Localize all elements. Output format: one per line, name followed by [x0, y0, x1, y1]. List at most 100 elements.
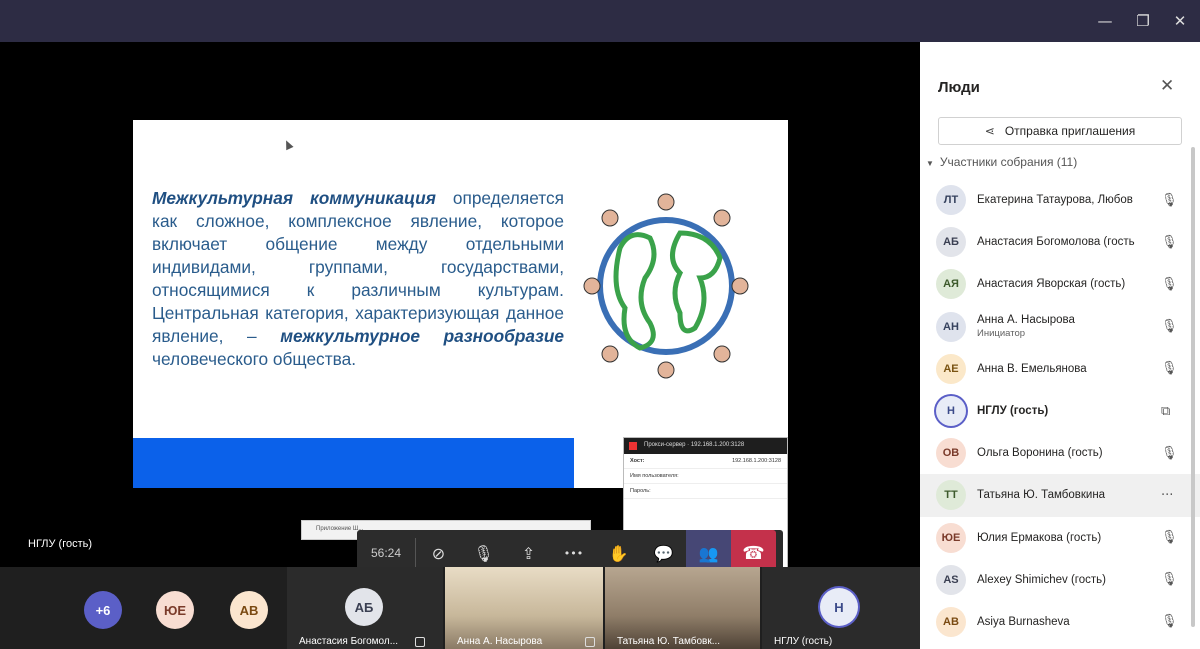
tile-label: Анна А. Насырова	[457, 636, 543, 647]
participant-name: Юлия Ермакова (гость)	[977, 531, 1102, 544]
scrollbar[interactable]	[1191, 147, 1195, 627]
participant-row[interactable]: ЛТ Екатерина Татаурова, Любов 🎙	[920, 179, 1200, 221]
gallery-avatar: АВ	[230, 591, 268, 629]
presenter-label: НГЛУ (гость)	[28, 538, 93, 550]
section-label: Участники собрания (11)	[939, 155, 1078, 169]
participant-name-block: Ольга Воронина (гость)	[977, 447, 1103, 459]
tile-avatar: Н	[820, 588, 858, 626]
participant-avatar: ЮЕ	[936, 522, 966, 553]
gallery-avatar: ЮЕ	[156, 591, 194, 629]
proxy-pass-row: Пароль:	[624, 484, 787, 499]
share-icon: ⋖	[984, 124, 995, 138]
mic-off-icon: 🎙	[1161, 192, 1178, 208]
mic-off-icon: 🎙	[1161, 234, 1178, 250]
mic-off-icon: 🎙	[1161, 445, 1178, 461]
meeting-timer: 56:24	[370, 546, 402, 560]
people-panel: Люди ✕ ⋖ Отправка приглашения ▼ Участники…	[920, 42, 1200, 649]
mic-off-icon: 🎙	[1161, 614, 1178, 630]
participant-name-block: Екатерина Татаурова, Любов	[977, 194, 1133, 206]
close-window-button[interactable]: ✕	[1165, 8, 1195, 34]
slide-blue-band	[133, 438, 574, 488]
participant-row[interactable]: АЯ Анастасия Яворская (гость) 🎙	[920, 263, 1200, 305]
participant-name: Анастасия Богомолова (гость	[977, 236, 1135, 249]
more-options-icon[interactable]: ···	[1161, 488, 1173, 503]
participant-row[interactable]: Н НГЛУ (гость) ⧉	[920, 390, 1200, 432]
screen-share-icon: ⧉	[1161, 403, 1171, 419]
participant-row[interactable]: АЕ Анна В. Емельянова 🎙	[920, 348, 1200, 390]
mic-off-icon: 🎙	[1161, 572, 1178, 588]
participant-row[interactable]: АН Анна А. Насырова Инициатор 🎙	[920, 306, 1200, 348]
video-tile[interactable]: Татьяна Ю. Тамбовк...	[605, 567, 760, 649]
participant-name-block: НГЛУ (гость)	[977, 405, 1048, 417]
proxy-dialog-title: Прокси-сервер · 192.168.1.200:3128	[624, 438, 787, 454]
minimize-button[interactable]: —	[1090, 8, 1120, 34]
close-panel-button[interactable]: ✕	[1160, 76, 1174, 96]
slide-term-1: Межкультурная коммуникация	[152, 188, 436, 208]
participant-avatar: ТТ	[936, 480, 966, 511]
caret-down-icon: ▼	[926, 159, 934, 168]
shared-screen-stage: Межкультурная коммуникация определяется …	[0, 42, 920, 587]
participant-name-block: Alexey Shimichev (гость)	[977, 574, 1106, 586]
participant-name-block: Анна А. Насырова Инициатор	[977, 314, 1075, 339]
tile-avatar: АБ	[345, 588, 383, 626]
participant-name-block: Анастасия Яворская (гость)	[977, 278, 1125, 290]
proxy-host-row: Хост: 192.168.1.200:3128	[624, 454, 787, 469]
participant-name-block: Анна В. Емельянова	[977, 363, 1087, 375]
slide-term-2: межкультурное разнообразие	[280, 326, 564, 346]
invite-label: Отправка приглашения	[1004, 124, 1136, 138]
participant-name: Alexey Shimichev (гость)	[977, 573, 1106, 586]
participant-avatar: Н	[936, 396, 966, 427]
video-tile[interactable]: Анна А. Насырова	[445, 567, 603, 649]
overflow-participants-button[interactable]: +6	[84, 591, 122, 629]
participants-section-toggle[interactable]: ▼ Участники собрания (11)	[926, 155, 1077, 169]
participants-list: ЛТ Екатерина Татаурова, Любов 🎙 АБ Анастасия…	[920, 179, 1200, 643]
participant-row[interactable]: ТТ Татьяна Ю. Тамбовкина ···	[920, 474, 1200, 517]
participant-row[interactable]: ОВ Ольга Воронина (гость) 🎙	[920, 432, 1200, 474]
participant-name-block: Юлия Ермакова (гость)	[977, 532, 1101, 544]
participant-row[interactable]: ЮЕ Юлия Ермакова (гость) 🎙	[920, 517, 1200, 559]
participant-avatar: AB	[936, 606, 966, 637]
mic-off-icon: 🎙	[1161, 361, 1178, 377]
tile-label: Анастасия Богомол...	[299, 636, 399, 647]
slide-text: Межкультурная коммуникация определяется …	[152, 187, 564, 371]
mic-off-icon: 🎙	[1161, 530, 1178, 546]
presentation-slide: Межкультурная коммуникация определяется …	[133, 120, 788, 488]
proxy-title-text: Прокси-сервер · 192.168.1.200:3128	[644, 442, 745, 448]
participant-row[interactable]: AB Asiya Burnasheva 🎙	[920, 601, 1200, 643]
participant-row[interactable]: AS Alexey Shimichev (гость) 🎙	[920, 559, 1200, 601]
maximize-button[interactable]: ❐	[1128, 8, 1158, 34]
participant-avatar: АБ	[936, 227, 966, 258]
globe-hands-image	[580, 188, 752, 384]
participant-role: Инициатор	[977, 328, 1026, 340]
title-bar: — ❐ ✕	[0, 0, 1200, 42]
participant-avatar: ЛТ	[936, 185, 966, 216]
participant-avatar: ОВ	[936, 438, 966, 469]
tile-label: НГЛУ (гость)	[774, 636, 833, 647]
participant-name: Татьяна Ю. Тамбовкина	[977, 489, 1106, 502]
participant-name: Анна А. Насырова	[977, 314, 1075, 327]
participant-avatar: АН	[936, 311, 966, 342]
participant-name: Анна В. Емельянова	[977, 362, 1087, 375]
participant-row[interactable]: АБ Анастасия Богомолова (гость 🎙	[920, 221, 1200, 263]
participant-name-block: Asiya Burnasheva	[977, 616, 1070, 628]
participant-avatar: АЕ	[936, 353, 966, 384]
tile-label: Татьяна Ю. Тамбовк...	[617, 636, 721, 647]
participant-name: НГЛУ (гость)	[977, 405, 1049, 418]
mic-off-icon: 🎙	[1161, 276, 1178, 292]
mic-off-icon: 🎙	[1161, 319, 1178, 335]
mic-off-icon	[585, 637, 595, 647]
proxy-user-row: Имя пользователя:	[624, 469, 787, 484]
participant-avatar: AS	[936, 564, 966, 595]
mic-off-icon	[415, 637, 425, 647]
participant-name: Екатерина Татаурова, Любов	[977, 194, 1133, 207]
participant-name: Asiya Burnasheva	[977, 615, 1070, 628]
participant-name: Ольга Воронина (гость)	[977, 447, 1103, 460]
proxy-logo-icon	[629, 442, 637, 450]
participant-name-block: Татьяна Ю. Тамбовкина	[977, 489, 1105, 501]
video-tile[interactable]: Н НГЛУ (гость)	[762, 567, 920, 649]
video-tile[interactable]: АБ Анастасия Богомол...	[287, 567, 443, 649]
participant-avatar: АЯ	[936, 269, 966, 300]
video-gallery: +6 ЮЕ АВ АБ Анастасия Богомол... Анна А.…	[0, 567, 920, 649]
send-invite-button[interactable]: ⋖ Отправка приглашения	[938, 117, 1182, 145]
slide-body: определяется как сложное, комплексное яв…	[152, 188, 564, 346]
